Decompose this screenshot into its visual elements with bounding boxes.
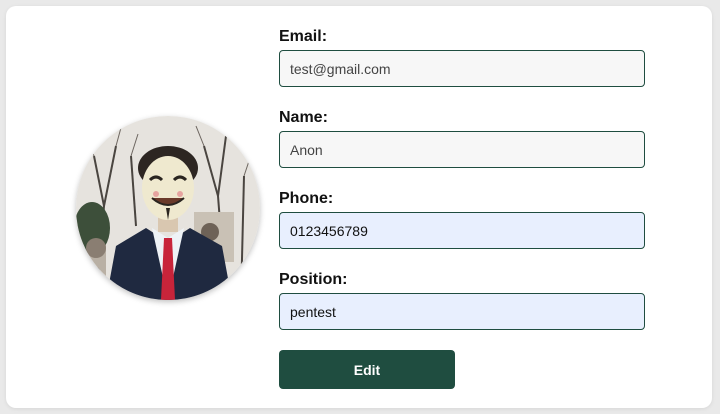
avatar xyxy=(76,116,260,300)
name-field[interactable] xyxy=(279,131,645,168)
email-label: Email: xyxy=(279,28,328,45)
phone-field[interactable] xyxy=(279,212,645,249)
edit-button[interactable]: Edit xyxy=(279,350,455,389)
position-label: Position: xyxy=(279,271,348,288)
position-field[interactable] xyxy=(279,293,645,330)
profile-card: Email: Name: Phone: Position: Edit xyxy=(6,6,712,408)
name-label: Name: xyxy=(279,109,328,126)
phone-label: Phone: xyxy=(279,190,334,207)
avatar-photo xyxy=(76,116,260,300)
email-field[interactable] xyxy=(279,50,645,87)
